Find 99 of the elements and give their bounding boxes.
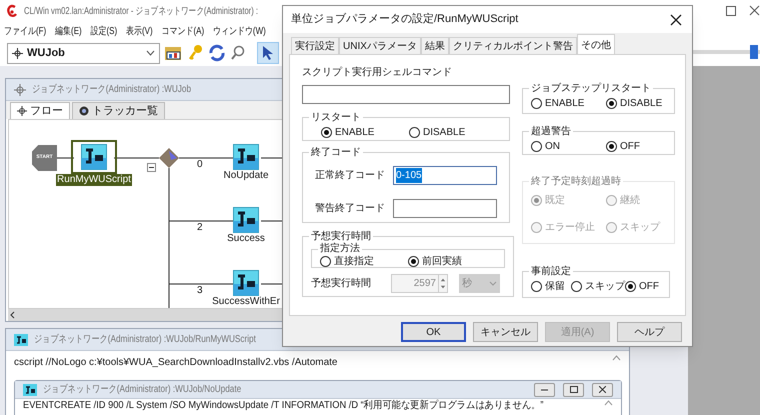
- group-title: 予想実行時間: [310, 230, 372, 242]
- group-title: 指定方法: [319, 244, 361, 254]
- menu-item[interactable]: 編集(E): [54, 24, 82, 38]
- window-control-button[interactable]: [592, 382, 613, 396]
- job-icon: [81, 144, 107, 170]
- radio-label: 既定: [545, 194, 565, 208]
- job-icon: [23, 384, 37, 396]
- group-title: 超過警告: [530, 124, 572, 139]
- field-label: 予想実行時間: [311, 276, 372, 291]
- radio-label: スキップ: [620, 220, 660, 235]
- radio-button[interactable]: [571, 281, 582, 292]
- search-icon[interactable]: [230, 44, 246, 62]
- branch-label: 3: [197, 284, 203, 298]
- group-title: ジョブステップリスタート: [530, 82, 652, 96]
- network-icon: [14, 84, 26, 96]
- dialog-tab[interactable]: UNIXパラメータ: [339, 37, 421, 54]
- network-icon: [17, 106, 27, 116]
- scroll-up-icon[interactable]: [604, 400, 613, 406]
- menu-item[interactable]: 設定(S): [90, 24, 118, 38]
- menu-item[interactable]: 表示(V): [125, 24, 154, 38]
- radio-label: 直接指定: [334, 254, 374, 269]
- radio-label: OFF: [639, 280, 659, 294]
- radio-button[interactable]: [409, 127, 420, 138]
- radio-label: 保留: [545, 280, 565, 294]
- menu-item[interactable]: ウィンドウ(W): [212, 24, 267, 38]
- dialog-button: 適用(A): [545, 322, 610, 342]
- job-label: Success: [227, 233, 265, 245]
- cursor-icon: [262, 45, 274, 61]
- dialog-tab[interactable]: その他: [576, 34, 615, 54]
- group-title: 終了コード: [310, 146, 362, 160]
- window-control-button[interactable]: [534, 382, 555, 396]
- spin-arrows-icon: [438, 275, 447, 292]
- restore-icon: [570, 386, 578, 393]
- network-icon: [12, 48, 23, 58]
- radio-button[interactable]: [321, 127, 332, 138]
- dialog-button[interactable]: キャンセル: [473, 322, 538, 342]
- job-label: SuccessWithEr: [212, 296, 280, 308]
- app-logo-icon: [6, 4, 18, 18]
- job-icon: [233, 270, 259, 296]
- radio-label: ON: [545, 140, 560, 154]
- radio-label: 継続: [620, 194, 640, 208]
- job-label: RunMyWUScript: [56, 174, 132, 186]
- view-tab[interactable]: フロー: [10, 102, 70, 119]
- number-spinner: 2597: [391, 274, 448, 293]
- branch-label: 0: [197, 158, 203, 172]
- folder-chart-icon[interactable]: [164, 44, 184, 62]
- refresh-icon[interactable]: [208, 44, 226, 62]
- job-icon: [233, 207, 259, 233]
- radio-label: スキップ: [585, 280, 625, 294]
- radio-button[interactable]: [606, 141, 617, 152]
- branch-label: 2: [197, 221, 203, 235]
- radio-button[interactable]: [531, 98, 542, 109]
- field-label: 正常終了コード: [315, 168, 386, 183]
- group-title: 終了予定時刻超過時: [530, 174, 622, 189]
- window-title: CL/Win vm02.lan:Administrator - ジョブネットワーク(Administrator) :: [24, 4, 258, 18]
- dialog-tab[interactable]: 結果: [420, 37, 449, 54]
- job-selector[interactable]: WUJob: [7, 42, 160, 64]
- dialog-button[interactable]: OK: [401, 322, 466, 342]
- radio-button[interactable]: [531, 281, 542, 292]
- dialog-tab[interactable]: クリティカルポイント警告: [448, 37, 577, 54]
- tracker-icon: [79, 106, 89, 116]
- radio-button[interactable]: [625, 281, 636, 292]
- window-title-bar: ジョブネットワーク(Administrator) :WUJob/NoUpdate: [15, 381, 621, 399]
- field-label: 警告終了コード: [315, 202, 386, 216]
- radio-button[interactable]: [606, 98, 617, 109]
- dialog-tab[interactable]: 実行設定: [291, 37, 339, 54]
- menu-item[interactable]: ファイル(F): [3, 24, 48, 38]
- window-control-button[interactable]: [563, 382, 584, 396]
- minimize-icon: [541, 388, 548, 390]
- exit-code-field[interactable]: [393, 199, 497, 218]
- menu-item[interactable]: コマンド(A): [160, 24, 205, 38]
- job-label: NoUpdate: [223, 170, 269, 182]
- group-title: リスタート: [310, 111, 362, 125]
- shell-command-field[interactable]: [302, 85, 510, 104]
- close-icon: [599, 386, 606, 393]
- job-icon: [14, 334, 28, 346]
- pointer-tool-button[interactable]: [257, 42, 279, 64]
- view-tab[interactable]: トラッカー覧: [72, 102, 165, 119]
- radio-label: エラー停止: [545, 220, 595, 235]
- close-icon[interactable]: [670, 14, 682, 26]
- scroll-up-icon[interactable]: [612, 355, 621, 361]
- radio-label: ENABLE: [335, 126, 374, 140]
- command-text: EVENTCREATE /ID 900 /L System /SO MyWindowsUpdate /T INFORMATION /D “利用可能な更新プログラムはありません。”: [23, 400, 545, 412]
- field-label: スクリプト実行用シェルコマンド: [302, 66, 453, 80]
- collapse-icon[interactable]: [147, 163, 156, 172]
- branch-icon: [159, 148, 179, 168]
- job-icon: [233, 144, 259, 170]
- slider-thumb[interactable]: [750, 45, 758, 59]
- dialog-title: 単位ジョブパラメータの設定/RunMyWUScript: [291, 12, 520, 28]
- radio-label: 前回実績: [422, 254, 462, 269]
- chevron-down-icon: [146, 50, 155, 56]
- radio-button[interactable]: [531, 141, 542, 152]
- exit-code-field[interactable]: 0-105: [393, 166, 497, 185]
- group-title: 事前設定: [530, 264, 572, 279]
- radio-label: DISABLE: [423, 126, 466, 140]
- script-text: cscript //NoLogo c:¥tools¥WUA_SearchDownloadInstallv2.vbs /Automate: [14, 356, 338, 370]
- dialog-button[interactable]: ヘルプ: [617, 322, 682, 342]
- radio-label: OFF: [620, 140, 640, 154]
- chevron-down-icon: [489, 281, 497, 286]
